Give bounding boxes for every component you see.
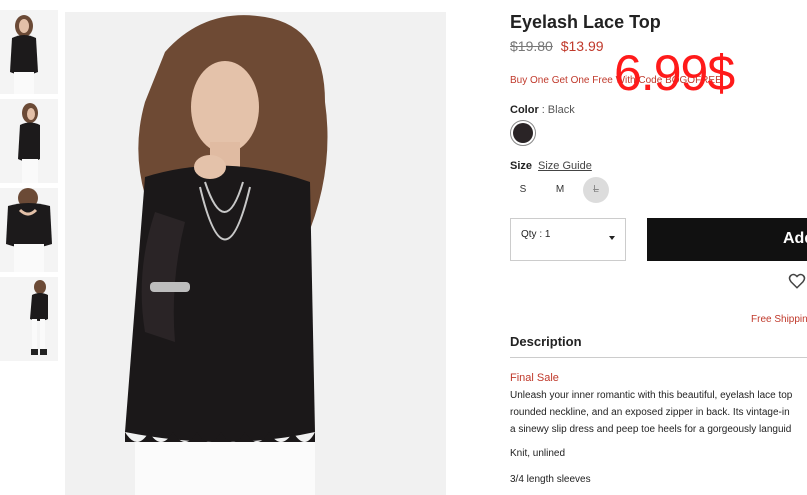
thumbnail-list — [0, 10, 60, 366]
heart-icon[interactable] — [788, 272, 806, 290]
description-heading: Description — [510, 334, 582, 349]
thumbnail-full-image — [0, 277, 58, 361]
description-line: a sinewy slip dress and peep toe heels f… — [510, 424, 792, 435]
overlay-price-annotation: 6.99$ — [614, 45, 735, 101]
color-label: Color — [510, 104, 539, 116]
add-to-bag-button[interactable]: Add — [647, 218, 807, 261]
original-price: $19.80 — [510, 38, 553, 54]
thumbnail-full[interactable] — [0, 277, 58, 361]
thumbnail-front-image — [0, 10, 58, 94]
feature-item: Knit, unlined — [510, 448, 566, 459]
feature-item: 3/4 length sleeves — [510, 474, 591, 485]
product-details: Eyelash Lace Top $19.80 $13.99 Buy One G… — [510, 0, 807, 495]
size-row: Size Size Guide — [510, 160, 592, 172]
color-swatch-black[interactable] — [510, 120, 536, 146]
model-photo — [65, 12, 446, 495]
description-divider — [510, 357, 807, 358]
size-option-l-unavailable[interactable]: L — [583, 177, 609, 203]
thumbnail-side[interactable] — [0, 99, 58, 183]
thumbnail-back-image — [0, 188, 58, 272]
description-line: rounded neckline, and an exposed zipper … — [510, 407, 790, 418]
thumbnail-back[interactable] — [0, 188, 58, 272]
color-swatch-fill — [513, 123, 533, 143]
size-label: Size — [510, 160, 533, 172]
main-product-image[interactable] — [65, 12, 446, 495]
caret-down-icon — [609, 236, 615, 240]
size-guide-link[interactable]: Size Guide — [538, 160, 592, 172]
quantity-label: Qty : 1 — [521, 229, 551, 240]
color-row: Color: Black — [510, 104, 575, 116]
color-value: Black — [547, 104, 575, 116]
product-title: Eyelash Lace Top — [510, 12, 661, 32]
color-separator: : — [541, 104, 545, 116]
size-option-s[interactable]: S — [510, 177, 536, 203]
free-shipping-note: Free Shipping — [751, 314, 807, 325]
sale-price: $13.99 — [560, 38, 604, 54]
price-row: $19.80 $13.99 — [510, 38, 604, 54]
thumbnail-front[interactable] — [0, 10, 58, 94]
thumbnail-side-image — [0, 99, 58, 183]
size-option-m[interactable]: M — [547, 177, 573, 203]
final-sale-label: Final Sale — [510, 372, 559, 384]
quantity-select[interactable]: Qty : 1 — [510, 218, 626, 261]
description-body: Unleash your inner romantic with this be… — [510, 387, 807, 438]
description-line: Unleash your inner romantic with this be… — [510, 390, 793, 401]
